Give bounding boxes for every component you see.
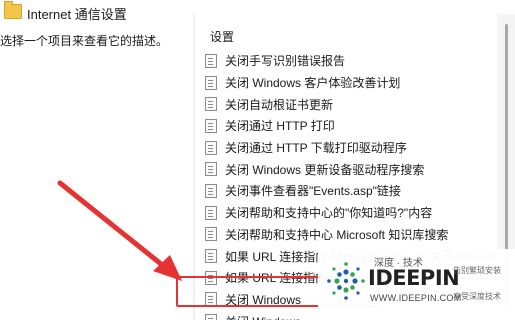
- ideepin-logo: [327, 262, 365, 300]
- watermark: 深度 · 技术 IDEEPIN WWW.IDEEPIN.COM 告别繁琐安装 享…: [318, 249, 515, 320]
- watermark-slogan-top: 告别繁琐安装: [453, 266, 501, 275]
- watermark-brand: IDEEPIN: [368, 266, 460, 290]
- watermark-slogan-bottom: 享受深度技术: [453, 292, 501, 301]
- watermark-url: WWW.IDEEPIN.COM: [370, 293, 462, 303]
